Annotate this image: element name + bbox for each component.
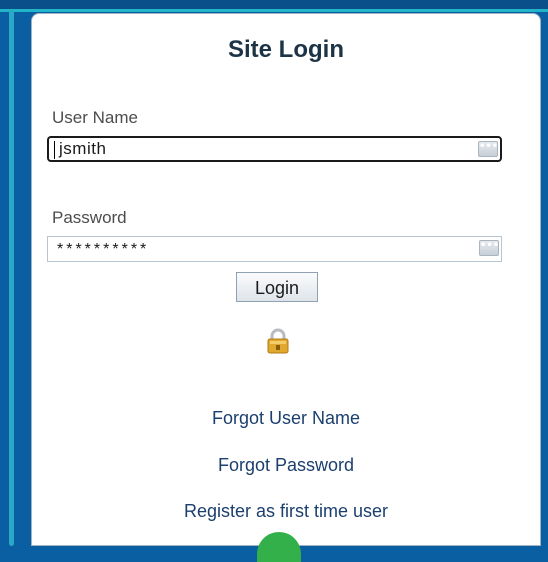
username-field[interactable]: jsmith ••• [47, 136, 502, 162]
password-label: Password [52, 208, 127, 227]
password-field[interactable]: ********** ••• [47, 236, 502, 262]
forgot-username-link[interactable]: Forgot User Name [32, 408, 540, 429]
forgot-password-link[interactable]: Forgot Password [32, 455, 540, 476]
left-accent-bar [9, 10, 14, 546]
ellipsis-icon[interactable]: ••• [478, 141, 498, 157]
password-value: ********** [57, 241, 150, 258]
page-title: Site Login [228, 36, 344, 63]
register-link[interactable]: Register as first time user [32, 501, 540, 522]
text-caret [54, 141, 55, 159]
username-label: User Name [52, 108, 138, 127]
username-value: jsmith [59, 139, 107, 158]
ellipsis-icon[interactable]: ••• [479, 240, 499, 256]
login-panel: Site Login User Name jsmith ••• Password… [31, 13, 541, 546]
header-band [0, 0, 548, 14]
lock-icon [266, 328, 290, 354]
login-button[interactable]: Login [236, 272, 318, 302]
